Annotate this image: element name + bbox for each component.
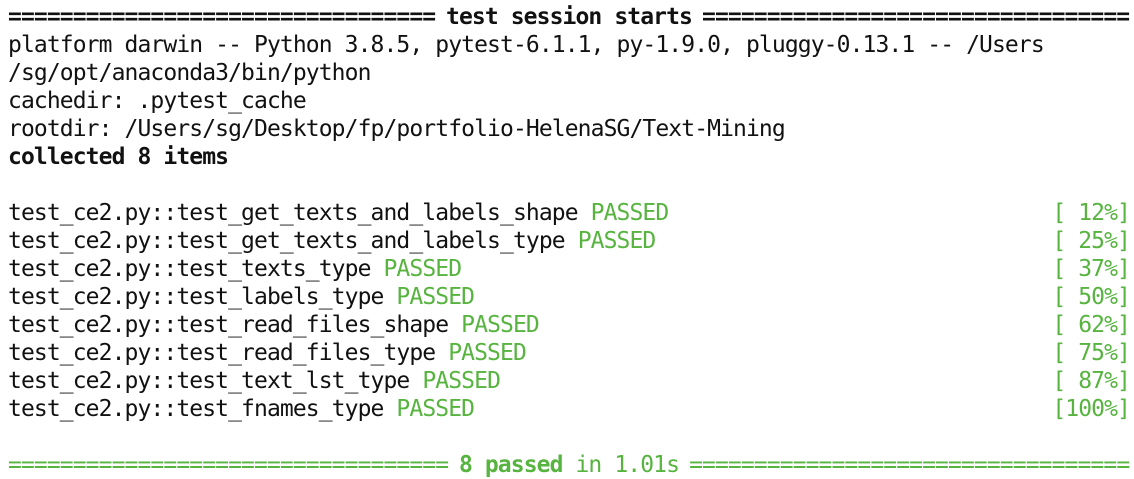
test-status: PASSED bbox=[461, 312, 540, 338]
summary-rule-left: ========================================… bbox=[8, 452, 449, 478]
test-name: test_ce2.py::test_read_files_shape bbox=[8, 312, 449, 338]
session-header: ========================================… bbox=[8, 3, 1130, 31]
test-progress: [ 75%] bbox=[1052, 340, 1131, 366]
test-name: test_ce2.py::test_labels_type bbox=[8, 284, 384, 310]
test-progress: [ 87%] bbox=[1052, 368, 1131, 394]
test-name: test_ce2.py::test_get_texts_and_labels_s… bbox=[8, 200, 579, 226]
header-rule-left: ========================================… bbox=[8, 4, 436, 30]
test-name: test_ce2.py::test_text_lst_type bbox=[8, 368, 410, 394]
platform-line: platform darwin -- Python 3.8.5, pytest-… bbox=[8, 32, 1045, 58]
test-progress: [ 25%] bbox=[1052, 228, 1131, 254]
test-line: test_ce2.py::test_get_texts_and_labels_t… bbox=[8, 227, 657, 255]
test-status: PASSED bbox=[448, 340, 527, 366]
test-row: test_ce2.py::test_labels_type PASSED [ 5… bbox=[8, 283, 1131, 311]
test-status: PASSED bbox=[577, 228, 657, 254]
test-name: test_ce2.py::test_read_files_type bbox=[8, 340, 436, 366]
test-line: test_ce2.py::test_get_texts_and_labels_s… bbox=[8, 199, 670, 227]
test-status: PASSED bbox=[396, 284, 475, 310]
session-title: test session starts bbox=[446, 4, 693, 30]
collected-line: collected 8 items bbox=[8, 144, 229, 170]
test-row: test_ce2.py::test_read_files_shape PASSE… bbox=[8, 311, 1131, 339]
terminal-output: ========================================… bbox=[8, 3, 1131, 479]
summary-rule-right: ========================================… bbox=[689, 452, 1130, 478]
test-name: test_ce2.py::test_fnames_type bbox=[8, 396, 384, 422]
summary-text: 8 passed in 1.01s bbox=[449, 451, 689, 479]
test-name: test_ce2.py::test_get_texts_and_labels_t… bbox=[8, 228, 566, 254]
test-row: test_ce2.py::test_read_files_type PASSED… bbox=[8, 339, 1131, 367]
test-progress: [ 12%] bbox=[1052, 200, 1131, 226]
rootdir-line: rootdir: /Users/sg/Desktop/fp/portfolio-… bbox=[8, 116, 786, 142]
test-results: test_ce2.py::test_get_texts_and_labels_s… bbox=[8, 199, 1131, 423]
test-row: test_ce2.py::test_texts_type PASSED [ 37… bbox=[8, 255, 1131, 283]
test-line: test_ce2.py::test_labels_type PASSED bbox=[8, 283, 475, 311]
test-line: test_ce2.py::test_read_files_type PASSED bbox=[8, 339, 527, 367]
test-progress: [ 37%] bbox=[1052, 256, 1131, 282]
test-row: test_ce2.py::test_get_texts_and_labels_t… bbox=[8, 227, 1131, 255]
test-status: PASSED bbox=[590, 200, 670, 226]
cachedir-line: cachedir: .pytest_cache bbox=[8, 88, 307, 114]
test-status: PASSED bbox=[383, 256, 462, 282]
python-path: /sg/opt/anaconda3/bin/python bbox=[8, 60, 371, 86]
header-rule-right: ========================================… bbox=[702, 4, 1130, 30]
test-name: test_ce2.py::test_texts_type bbox=[8, 256, 371, 282]
test-row: test_ce2.py::test_text_lst_type PASSED [… bbox=[8, 367, 1131, 395]
test-row: test_ce2.py::test_get_texts_and_labels_s… bbox=[8, 199, 1131, 227]
test-progress: [100%] bbox=[1052, 396, 1131, 422]
test-line: test_ce2.py::test_read_files_shape PASSE… bbox=[8, 311, 540, 339]
test-line: test_ce2.py::test_fnames_type PASSED bbox=[8, 395, 475, 423]
test-status: PASSED bbox=[396, 396, 475, 422]
test-row: test_ce2.py::test_fnames_type PASSED [10… bbox=[8, 395, 1131, 423]
test-progress: [ 62%] bbox=[1052, 312, 1131, 338]
test-progress: [ 50%] bbox=[1052, 284, 1131, 310]
test-status: PASSED bbox=[422, 368, 501, 394]
duration: in 1.01s bbox=[575, 452, 680, 478]
test-line: test_ce2.py::test_texts_type PASSED bbox=[8, 255, 462, 283]
test-line: test_ce2.py::test_text_lst_type PASSED bbox=[8, 367, 501, 395]
session-summary: ========================================… bbox=[8, 451, 1130, 479]
passed-count: 8 passed bbox=[458, 452, 563, 478]
